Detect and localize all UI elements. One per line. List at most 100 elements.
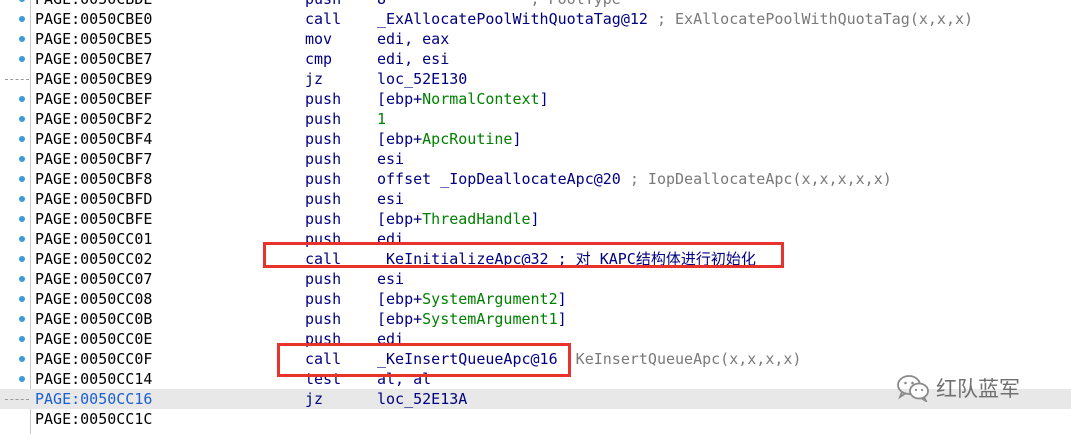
breakpoint-dot-icon[interactable] [19,36,25,42]
instruction-mnemonic[interactable]: push [305,309,341,329]
breakpoint-dot-icon[interactable] [19,196,25,202]
instruction-operands[interactable]: [ebp+SystemArgument1] [377,309,567,329]
breakpoint-dot-icon[interactable] [19,356,25,362]
instruction-mnemonic[interactable]: push [305,169,341,189]
breakpoint-dot-icon[interactable] [19,316,25,322]
code-line[interactable]: PAGE:0050CC1C [0,409,1071,429]
instruction-operands[interactable]: esi [377,189,404,209]
breakpoint-dot-icon[interactable] [19,176,25,182]
line-address[interactable]: PAGE:0050CC0F [35,349,152,369]
operand-text[interactable]: [ebp+ [377,90,422,108]
operand-text[interactable]: edi, eax [377,30,449,48]
instruction-mnemonic[interactable]: push [305,269,341,289]
line-address[interactable]: PAGE:0050CBE7 [35,49,152,69]
line-address[interactable]: PAGE:0050CBE9 [35,69,152,89]
operand-text[interactable]: esi [377,150,404,168]
operand-text[interactable]: [ebp+ [377,290,422,308]
instruction-mnemonic[interactable]: cmp [305,49,332,69]
line-address[interactable]: PAGE:0050CBF7 [35,149,152,169]
code-line[interactable]: PAGE:0050CBF2 push 1 [0,109,1071,129]
operand-text[interactable]: esi [377,270,404,288]
instruction-operands[interactable]: _ExAllocatePoolWithQuotaTag@12 ; ExAlloc… [377,9,973,29]
instruction-operands[interactable]: esi [377,149,404,169]
line-address[interactable]: PAGE:0050CC1C [35,409,152,429]
code-line[interactable]: PAGE:0050CBF4 push [ebp+ApcRoutine] [0,129,1071,149]
line-address[interactable]: PAGE:0050CC01 [35,229,152,249]
breakpoint-dot-icon[interactable] [19,156,25,162]
instruction-operands[interactable]: esi [377,269,404,289]
instruction-mnemonic[interactable]: jz [305,389,323,409]
operand-text[interactable]: _ExAllocatePoolWithQuotaTag@12 [377,10,648,28]
breakpoint-dot-icon[interactable] [19,276,25,282]
code-line[interactable]: PAGE:0050CBF8 push offset _IopDeallocateAp… [0,169,1071,189]
operand-text[interactable]: ] [558,310,567,328]
line-address[interactable]: PAGE:0050CBDE [35,0,152,9]
operand-text[interactable]: edi, esi [377,50,449,68]
instruction-operands[interactable]: [ebp+ApcRoutine] [377,129,522,149]
breakpoint-dot-icon[interactable] [19,0,25,2]
code-line[interactable]: PAGE:0050CBE9 jz loc_52E130 [0,69,1071,89]
operand-text[interactable]: 8 [377,0,386,8]
instruction-mnemonic[interactable]: push [305,89,341,109]
code-line[interactable]: PAGE:0050CC08 push [ebp+SystemArgument2] [0,289,1071,309]
symbol-name[interactable]: ThreadHandle [422,210,530,228]
instruction-mnemonic[interactable]: jz [305,69,323,89]
instruction-operands[interactable]: edi, eax [377,29,449,49]
breakpoint-dot-icon[interactable] [19,56,25,62]
code-line[interactable]: PAGE:0050CBE7 cmp edi, esi [0,49,1071,69]
operand-text[interactable]: [ebp+ [377,310,422,328]
line-address[interactable]: PAGE:0050CBEF [35,89,152,109]
code-line[interactable]: PAGE:0050CBF7 push esi [0,149,1071,169]
line-address[interactable]: PAGE:0050CBE5 [35,29,152,49]
instruction-operands[interactable]: [ebp+ThreadHandle] [377,209,540,229]
line-address[interactable]: PAGE:0050CC0E [35,329,152,349]
instruction-mnemonic[interactable]: push [305,129,341,149]
instruction-operands[interactable]: loc_52E130 [377,69,467,89]
line-address[interactable]: PAGE:0050CBFE [35,209,152,229]
operand-text[interactable]: loc_52E13A [377,390,467,408]
instruction-mnemonic[interactable]: push [305,149,341,169]
symbol-name[interactable]: NormalContext [422,90,539,108]
symbol-name[interactable]: SystemArgument2 [422,290,557,308]
operand-text[interactable]: offset _IopDeallocateApc@20 [377,170,621,188]
breakpoint-dot-icon[interactable] [19,16,25,22]
line-address[interactable]: PAGE:0050CBE0 [35,9,152,29]
operand-text[interactable]: ] [531,210,540,228]
instruction-operands[interactable]: [ebp+NormalContext] [377,89,549,109]
instruction-operands[interactable]: 8 ; PoolType [377,0,621,9]
code-line[interactable]: PAGE:0050CBEF push [ebp+NormalContext] [0,89,1071,109]
line-address[interactable]: PAGE:0050CC16 [35,389,152,409]
instruction-operands[interactable]: 1 [377,109,386,129]
breakpoint-dot-icon[interactable] [19,336,25,342]
code-line[interactable]: PAGE:0050CC07 push esi [0,269,1071,289]
code-line[interactable]: PAGE:0050CBFD push esi [0,189,1071,209]
instruction-mnemonic[interactable]: push [305,209,341,229]
instruction-mnemonic[interactable]: push [305,289,341,309]
breakpoint-dot-icon[interactable] [19,96,25,102]
line-address[interactable]: PAGE:0050CBF2 [35,109,152,129]
instruction-operands[interactable]: offset _IopDeallocateApc@20 ; IopDealloc… [377,169,892,189]
instruction-mnemonic[interactable]: push [305,189,341,209]
breakpoint-dot-icon[interactable] [19,256,25,262]
line-address[interactable]: PAGE:0050CBF8 [35,169,152,189]
instruction-operands[interactable]: [ebp+SystemArgument2] [377,289,567,309]
operand-text[interactable]: ] [558,290,567,308]
breakpoint-dot-icon[interactable] [19,116,25,122]
instruction-operands[interactable]: loc_52E13A [377,389,467,409]
operand-text[interactable]: loc_52E130 [377,70,467,88]
line-address[interactable]: PAGE:0050CC07 [35,269,152,289]
breakpoint-dot-icon[interactable] [19,236,25,242]
line-address[interactable]: PAGE:0050CC14 [35,369,152,389]
operand-text[interactable]: [ebp+ [377,210,422,228]
instruction-mnemonic[interactable]: mov [305,29,332,49]
line-address[interactable]: PAGE:0050CC08 [35,289,152,309]
instruction-mnemonic[interactable]: push [305,109,341,129]
code-line[interactable]: PAGE:0050CBE0 call _ExAllocatePoolWithQuot… [0,9,1071,29]
code-line[interactable]: PAGE:0050CBE5 mov edi, eax [0,29,1071,49]
line-address[interactable]: PAGE:0050CC02 [35,249,152,269]
symbol-name[interactable]: 1 [377,110,386,128]
symbol-name[interactable]: SystemArgument1 [422,310,557,328]
operand-text[interactable]: ] [512,130,521,148]
operand-text[interactable]: esi [377,190,404,208]
breakpoint-dot-icon[interactable] [19,376,25,382]
